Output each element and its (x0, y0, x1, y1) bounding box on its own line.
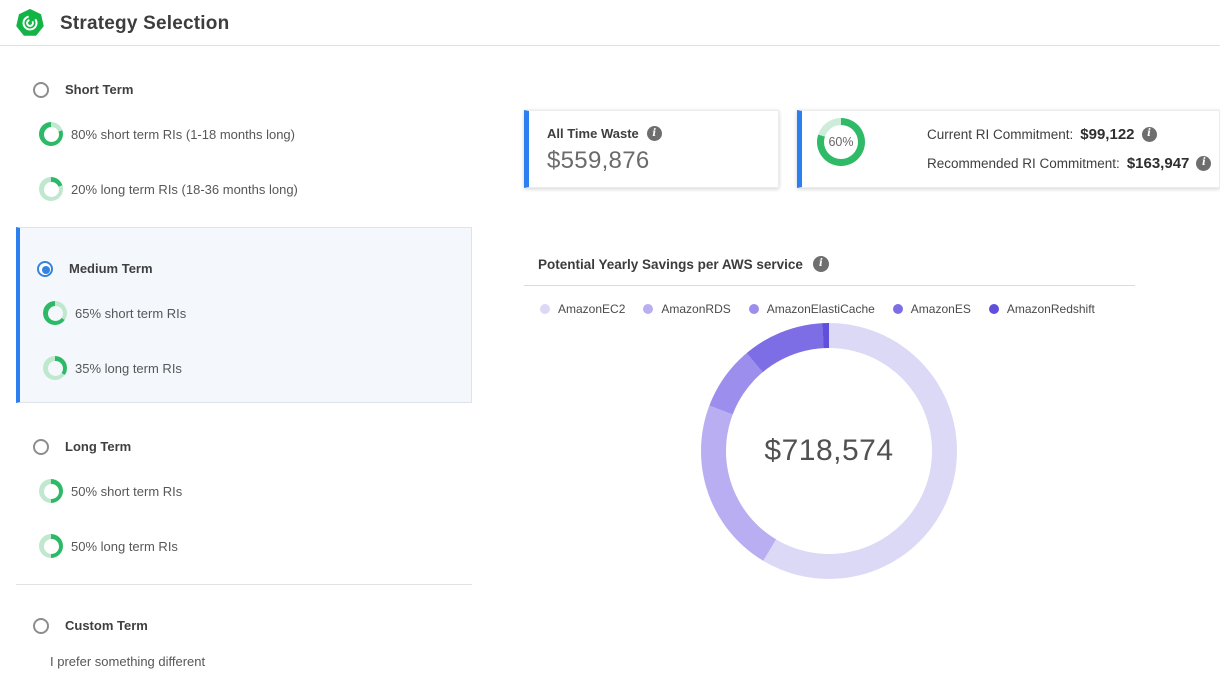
legend-label: AmazonRDS (661, 302, 730, 316)
info-icon[interactable] (1142, 127, 1157, 142)
progress-ring-icon (39, 534, 63, 558)
info-icon[interactable] (813, 256, 829, 272)
ri-commitment-card: 60% Current RI Commitment: $99,122 Recom… (797, 110, 1220, 188)
page-title: Strategy Selection (60, 13, 229, 35)
waste-amount: $559,876 (547, 147, 778, 175)
chart-divider (524, 285, 1135, 286)
option-label: Long Term (65, 439, 131, 454)
current-ri-commitment-row: Current RI Commitment: $99,122 (927, 125, 1211, 143)
option-radio-row-custom-term[interactable]: Custom Term (16, 617, 472, 634)
allocation-row: 50% short term RIs (16, 479, 472, 503)
radio-button-medium-term[interactable] (37, 261, 53, 277)
allocation-label: 35% long term RIs (75, 361, 182, 376)
allocation-row: 20% long term RIs (18-36 months long) (16, 177, 472, 201)
waste-card-title: All Time Waste (547, 126, 639, 141)
strategy-option-long-term: Long Term 50% short term RIs 50% long term… (16, 438, 472, 558)
legend-item-amazonrds[interactable]: AmazonRDS (643, 302, 730, 316)
radio-button-short-term[interactable] (33, 82, 49, 98)
legend-dot-icon (749, 304, 759, 314)
current-ri-value: $99,122 (1080, 126, 1134, 143)
strategy-option-medium-term: Medium Term 65% short term RIs 35% long te… (16, 227, 472, 403)
page-header: Strategy Selection (0, 0, 1220, 46)
strategy-option-custom-term: Custom Term I prefer something different (16, 584, 472, 669)
option-radio-row-long-term[interactable]: Long Term (16, 438, 472, 455)
allocation-row: 65% short term RIs (20, 301, 471, 325)
legend-dot-icon (893, 304, 903, 314)
progress-ring-icon (43, 301, 67, 325)
progress-ring-icon (39, 177, 63, 201)
progress-ring-icon (43, 356, 67, 380)
legend-item-amazonelasticache[interactable]: AmazonElastiCache (749, 302, 875, 316)
recommended-ri-commitment-row: Recommended RI Commitment: $163,947 (927, 154, 1211, 172)
option-label: Short Term (65, 82, 133, 97)
radio-button-custom-term[interactable] (33, 618, 49, 634)
gauge-percent-label: 60% (828, 135, 853, 149)
option-label: Custom Term (65, 618, 148, 633)
legend-label: AmazonRedshift (1007, 302, 1095, 316)
savings-chart-header: Potential Yearly Savings per AWS service (538, 256, 829, 272)
strategy-option-short-term: Short Term 80% short term RIs (1-18 month… (16, 81, 472, 201)
strategy-options: Short Term 80% short term RIs (1-18 month… (16, 46, 472, 669)
legend-label: AmazonES (911, 302, 971, 316)
option-description: I prefer something different (50, 654, 472, 669)
allocation-row: 50% long term RIs (16, 534, 472, 558)
allocation-label: 50% short term RIs (71, 484, 182, 499)
option-label: Medium Term (69, 261, 153, 276)
allocation-label: 65% short term RIs (75, 306, 186, 321)
legend-item-amazonec2[interactable]: AmazonEC2 (540, 302, 625, 316)
option-radio-row-medium-term[interactable]: Medium Term (20, 260, 471, 277)
progress-ring-icon (39, 122, 63, 146)
cloudcheckr-logo-icon (16, 9, 44, 37)
recommended-ri-label: Recommended RI Commitment: (927, 156, 1120, 171)
current-ri-label: Current RI Commitment: (927, 127, 1073, 142)
radio-button-long-term[interactable] (33, 439, 49, 455)
info-icon[interactable] (647, 126, 662, 141)
strategy-selection-page: Strategy Selection Short Term 80% short t… (0, 0, 1220, 691)
recommended-ri-value: $163,947 (1127, 155, 1190, 172)
info-icon[interactable] (1196, 156, 1211, 171)
legend-dot-icon (989, 304, 999, 314)
legend-label: AmazonEC2 (558, 302, 625, 316)
option-radio-row-short-term[interactable]: Short Term (16, 81, 472, 98)
legend-item-amazones[interactable]: AmazonES (893, 302, 971, 316)
allocation-label: 80% short term RIs (1-18 months long) (71, 127, 295, 142)
commitment-gauge: 60% (817, 118, 865, 166)
allocation-label: 50% long term RIs (71, 539, 178, 554)
savings-chart-title: Potential Yearly Savings per AWS service (538, 257, 803, 272)
legend-dot-icon (643, 304, 653, 314)
allocation-label: 20% long term RIs (18-36 months long) (71, 182, 298, 197)
savings-donut-chart: $718,574 (701, 323, 957, 579)
legend-item-amazonredshift[interactable]: AmazonRedshift (989, 302, 1095, 316)
progress-ring-icon (39, 479, 63, 503)
all-time-waste-card: All Time Waste $559,876 (524, 110, 779, 188)
donut-total-value: $718,574 (764, 434, 893, 468)
chart-legend: AmazonEC2 AmazonRDS AmazonElastiCache Amazo… (540, 302, 1095, 316)
allocation-row: 35% long term RIs (20, 356, 471, 380)
legend-label: AmazonElastiCache (767, 302, 875, 316)
legend-dot-icon (540, 304, 550, 314)
allocation-row: 80% short term RIs (1-18 months long) (16, 122, 472, 146)
